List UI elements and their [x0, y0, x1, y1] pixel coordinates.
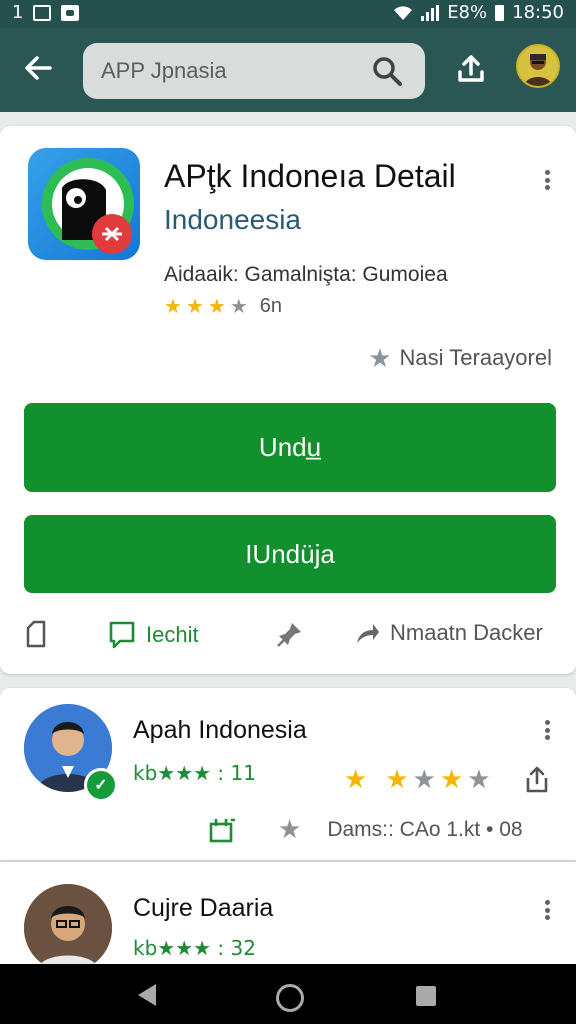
rating-count: 6n — [259, 295, 282, 317]
star-icon: ★ — [207, 295, 226, 318]
share-arrow-icon — [357, 624, 379, 643]
search-icon[interactable] — [371, 55, 403, 87]
upload-icon[interactable] — [453, 50, 489, 86]
nav-recents-icon[interactable] — [416, 986, 436, 1006]
app-subtitle: Indoneesia — [164, 204, 302, 235]
reviewer-name: Cujre Daaria — [133, 894, 274, 922]
app-developer-meta: Aidaaik: Gamalnişta: Gumoiea — [164, 263, 448, 286]
battery-percent: E8% — [447, 2, 488, 23]
star-icon: ★ — [439, 764, 464, 794]
profile-avatar[interactable] — [516, 44, 560, 88]
star-icon: ★ — [385, 764, 409, 794]
chat-icon — [109, 621, 135, 649]
verified-badge-icon: ✓ — [84, 768, 118, 802]
signal-icon — [421, 4, 440, 21]
share-action[interactable]: Nmaatn Dacker — [354, 620, 543, 646]
app-title: APţk Indoneıa Detail — [164, 158, 456, 194]
star-icon: ★ — [467, 764, 491, 794]
star-icon: ★ — [229, 295, 248, 318]
reviewer-avatar[interactable] — [24, 884, 112, 972]
image-notification-icon — [61, 4, 80, 21]
nav-back-icon[interactable] — [138, 984, 156, 1006]
app-icon — [28, 148, 140, 260]
review-footer: ★ Dams:: CAo 1.kt • 08 — [208, 814, 558, 845]
app-bar: APP Jpnasia — [0, 28, 576, 112]
review-card: ✓ Apah Indonesia kb★★★ : 11 ★ ★ ★ ★ ★ ★ … — [0, 688, 576, 860]
star-icon: ★ — [344, 764, 368, 794]
install-button[interactable]: IUndüja — [24, 515, 556, 593]
star-icon: ★ — [412, 764, 436, 794]
status-bar: 1 E8% 18:50 — [0, 0, 576, 28]
app-detail-card: APţk Indoneıa Detail Indoneesia Aidaaik:… — [0, 126, 576, 674]
review-stars: ★ ★ ★ ★ ★ — [344, 764, 491, 795]
action-row: Iechit Nmaatn Dacker — [0, 616, 576, 656]
bookmark-action[interactable] — [24, 620, 48, 648]
battery-icon — [495, 4, 505, 21]
reviewer-rating-text: kb★★★ : 32 — [133, 936, 256, 960]
wifi-icon — [394, 5, 413, 20]
more-options-icon[interactable] — [535, 168, 559, 192]
chat-action[interactable]: Iechit — [108, 620, 199, 650]
reviewer-rating-text: kb★★★ : 11 — [133, 761, 256, 785]
bookmark-icon — [26, 620, 46, 648]
clock: 18:50 — [512, 2, 564, 23]
app-rating: ★ ★ ★ ★ 6n — [164, 295, 282, 318]
reviewer-name: Apah Indonesia — [133, 716, 307, 744]
favorite-label: Nasi Teraayorel — [399, 345, 552, 370]
pin-icon — [277, 623, 301, 647]
review-footer-text: Dams:: CAo 1.kt • 08 — [327, 817, 523, 841]
search-input[interactable]: APP Jpnasia — [101, 58, 227, 84]
star-icon[interactable]: ★ — [278, 814, 301, 845]
search-bar[interactable]: APP Jpnasia — [83, 43, 425, 99]
star-icon: ★ — [185, 295, 204, 318]
nav-home-icon[interactable] — [276, 984, 304, 1012]
star-outline-icon: ★ — [368, 343, 392, 373]
more-options-icon[interactable] — [535, 718, 559, 742]
more-options-icon[interactable] — [535, 898, 559, 922]
status-indicator-text: 1 — [12, 2, 24, 23]
share-icon[interactable] — [523, 764, 551, 794]
pin-action[interactable] — [276, 620, 304, 648]
review-card: Cujre Daaria kb★★★ : 32 — [0, 862, 576, 972]
calendar-icon[interactable] — [208, 816, 236, 844]
star-icon: ★ — [164, 295, 182, 318]
system-nav-bar — [0, 964, 576, 1024]
download-button[interactable]: Undu̲ — [24, 403, 556, 492]
notification-icon — [33, 4, 52, 21]
chat-label: Iechit — [146, 622, 199, 647]
share-label: Nmaatn Dacker — [390, 620, 543, 645]
back-arrow-icon[interactable] — [20, 50, 56, 86]
favorite-action[interactable]: ★ Nasi Teraayorel — [368, 345, 552, 371]
